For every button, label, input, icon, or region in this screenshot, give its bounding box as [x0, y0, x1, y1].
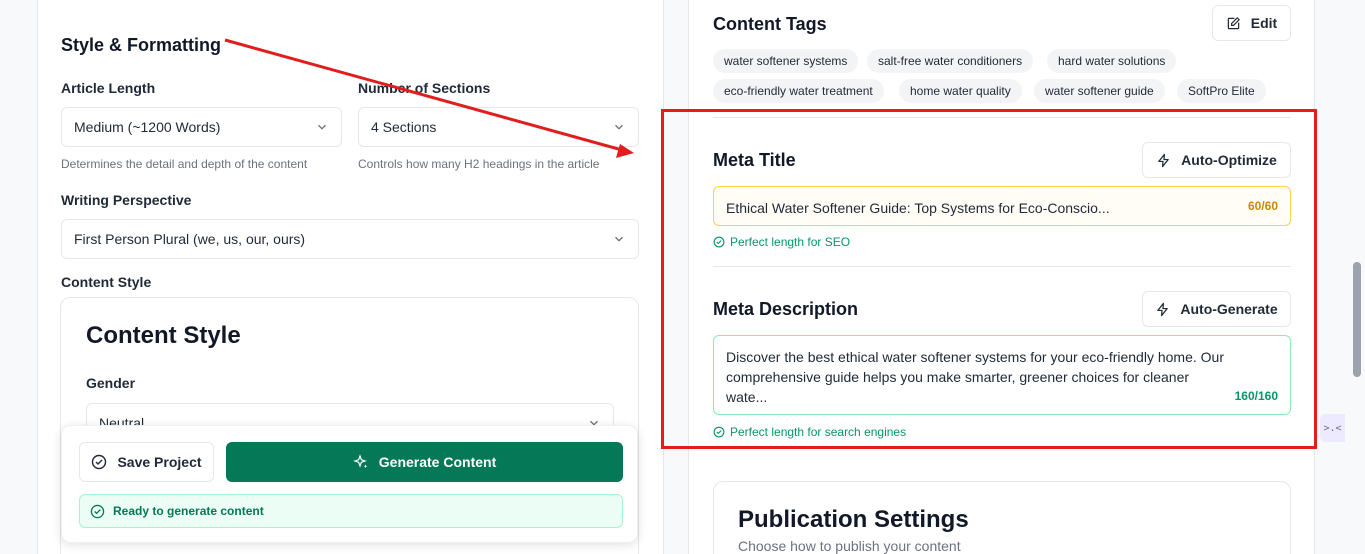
- annotation-arrow: [224, 38, 634, 158]
- side-widget-tab[interactable]: >.<: [1320, 414, 1345, 442]
- scrollbar-thumb[interactable]: [1353, 262, 1361, 377]
